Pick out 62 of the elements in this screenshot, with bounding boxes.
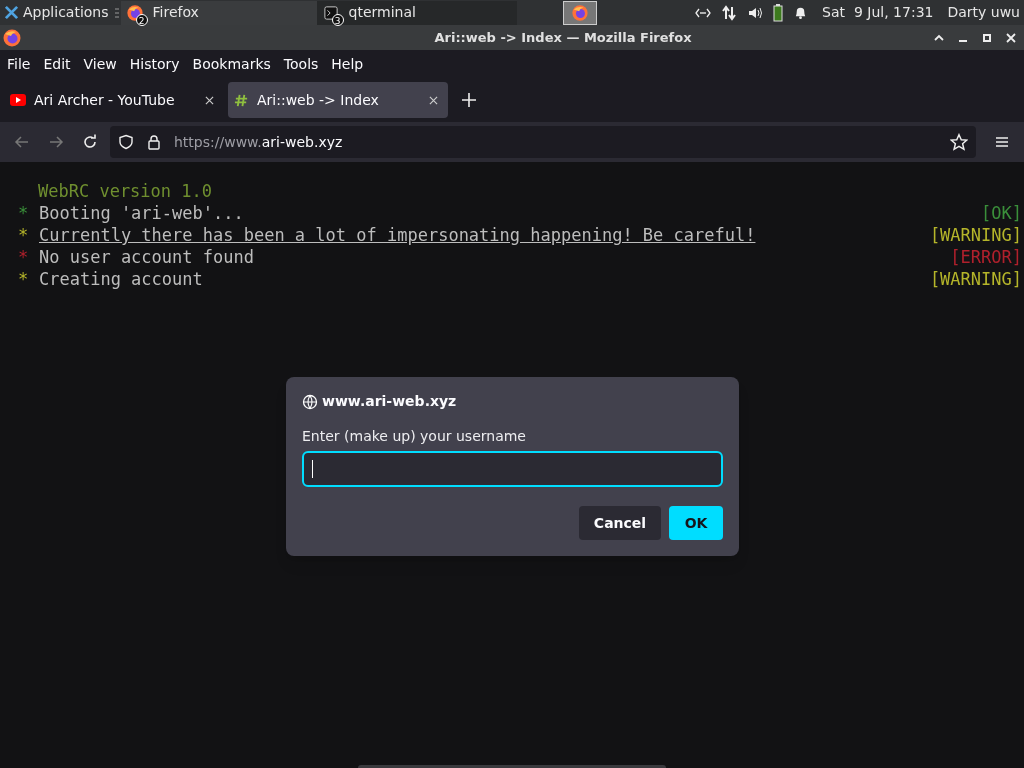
firefox-icon [125, 3, 144, 22]
address-bar[interactable]: https://www.ari-web.xyz [110, 126, 976, 158]
bullet-mark: * [18, 202, 30, 224]
status-label: [ERROR] [950, 246, 1022, 268]
firefox-icon [2, 27, 22, 48]
menu-item[interactable]: Help [331, 53, 364, 75]
ok-button[interactable]: OK [669, 506, 723, 540]
maximize-icon[interactable] [982, 32, 992, 43]
forward-icon[interactable] [48, 134, 64, 150]
log-line: No user account found [39, 246, 255, 268]
cancel-button[interactable]: Cancel [579, 506, 661, 540]
user-name[interactable]: Darty uwu [947, 2, 1020, 23]
browser-tab[interactable]: Ari::web -> Index [228, 82, 448, 118]
log-line: Booting 'ari-web'... [39, 202, 245, 224]
menu-icon[interactable] [994, 134, 1010, 150]
bullet-mark: * [18, 268, 30, 290]
log-line: Creating account [39, 268, 204, 290]
menu-item[interactable]: Tools [283, 53, 319, 75]
close-tab-icon[interactable] [205, 95, 214, 105]
transfer-arrows-icon[interactable] [721, 4, 738, 21]
status-label: [OK] [981, 202, 1022, 224]
battery-icon[interactable] [773, 3, 784, 22]
log-line: Currently there has been a lot of impersonating happening! Be careful! [39, 224, 757, 246]
status-label: [WARNING] [929, 224, 1022, 246]
close-tab-icon[interactable] [429, 95, 438, 105]
menu-item[interactable]: History [129, 53, 180, 75]
url-text: https://www.ari-web.xyz [174, 132, 344, 152]
new-tab-icon[interactable] [462, 93, 476, 107]
play-logo-icon [10, 94, 26, 106]
network-icon[interactable] [695, 7, 712, 18]
workspace-pager[interactable] [562, 0, 597, 25]
console-header: WebRC version 1.0 [37, 180, 213, 202]
shade-icon[interactable] [934, 32, 944, 43]
globe-icon [302, 393, 318, 410]
menu-item[interactable]: View [83, 53, 117, 75]
menu-item[interactable]: File [7, 53, 31, 75]
menu-item[interactable]: Bookmarks [192, 53, 271, 75]
reload-icon[interactable] [82, 134, 98, 150]
bullet-mark: * [18, 224, 30, 246]
star-icon[interactable] [950, 133, 968, 151]
hash-icon [234, 92, 249, 108]
applications-button[interactable]: Applications [0, 0, 113, 25]
close-icon[interactable] [1006, 32, 1016, 43]
bullet-mark: * [18, 246, 30, 268]
clock[interactable]: Sat 9 Jul, 17:31 [822, 2, 934, 23]
window-title: Ari::web -> Index — Mozilla Firefox [434, 28, 692, 47]
prompt-label: Enter (make up) your username [302, 427, 527, 446]
firefox-icon [570, 3, 589, 22]
shield-icon[interactable] [118, 134, 134, 150]
dialog-title: www.ari-web.xyz [322, 392, 457, 411]
grip-icon [114, 7, 119, 18]
scrollbar[interactable] [358, 765, 666, 768]
text-cursor [312, 460, 313, 478]
x-logo-icon [4, 5, 19, 20]
status-label: [WARNING] [929, 268, 1022, 290]
taskbar-task[interactable]: 3 qterminal [316, 0, 517, 25]
back-icon[interactable] [14, 134, 30, 150]
username-input[interactable] [302, 451, 723, 487]
taskbar-task[interactable]: 2 Firefox [120, 0, 317, 25]
browser-tab[interactable]: Ari Archer - YouTube [4, 82, 224, 118]
lock-icon [146, 134, 162, 150]
menu-item[interactable]: Edit [43, 53, 71, 75]
